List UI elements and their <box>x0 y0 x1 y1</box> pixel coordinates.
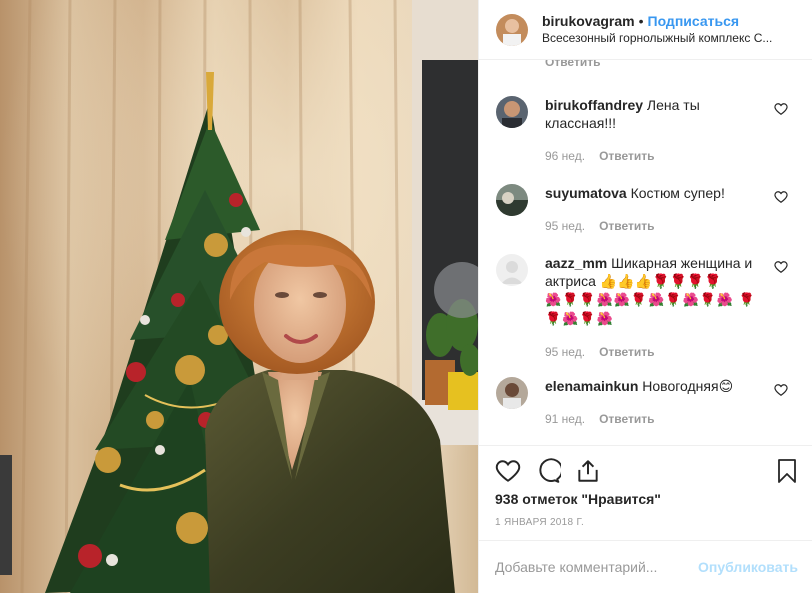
like-comment-heart-icon[interactable] <box>774 102 788 116</box>
location-link[interactable]: Всесезонный горнолыжный комплекс С... <box>542 30 772 47</box>
commenter-avatar[interactable] <box>496 254 528 286</box>
comment-age[interactable]: 95 нед. <box>545 345 585 359</box>
post-header: birukovagram • Подписаться Всесезонный гор… <box>479 0 812 60</box>
likes-count[interactable]: 938 отметок "Нравится" <box>495 491 661 507</box>
post-date[interactable]: 1 ЯНВАРЯ 2018 Г. <box>495 517 584 528</box>
comment-emoji-text: 🌺🌹🌹🌺🌺🌹🌺🌹🌺🌹🌺 🌹🌹🌺🌹🌺 <box>545 292 756 326</box>
commenter-username[interactable]: aazz_mm <box>545 255 607 271</box>
comments-list[interactable]: Ответить birukoffandrey Лена ты классная… <box>479 60 812 445</box>
post-photo-image <box>0 0 478 593</box>
post-photo[interactable] <box>0 0 478 593</box>
like-comment-heart-icon[interactable] <box>774 383 788 397</box>
reply-button[interactable]: Ответить <box>599 345 654 359</box>
reply-button[interactable]: Ответить <box>545 60 600 69</box>
post-actions: 938 отметок "Нравится" 1 ЯНВАРЯ 2018 Г. <box>479 445 812 528</box>
comment-text: Костюм супер! <box>630 185 725 201</box>
bookmark-icon[interactable] <box>775 458 799 489</box>
comment-age[interactable]: 95 нед. <box>545 219 585 233</box>
commenter-avatar[interactable] <box>496 377 528 409</box>
like-comment-heart-icon[interactable] <box>774 260 788 274</box>
author-username[interactable]: birukovagram <box>542 13 635 29</box>
commenter-username[interactable]: suyumatova <box>545 185 627 201</box>
commenter-avatar[interactable] <box>496 96 528 128</box>
comment-text: Новогодняя😊 <box>642 378 734 394</box>
comment-age[interactable]: 96 нед. <box>545 149 585 163</box>
publish-button[interactable]: Опубликовать <box>698 559 798 575</box>
comment-icon[interactable] <box>535 458 564 489</box>
add-comment-bar: Опубликовать <box>479 540 812 593</box>
header-text: birukovagram • Подписаться Всесезонный гор… <box>542 13 772 47</box>
share-icon[interactable] <box>575 458 601 489</box>
comment-age[interactable]: 91 нед. <box>545 412 585 426</box>
separator-dot: • <box>638 12 644 29</box>
author-avatar[interactable] <box>496 13 528 46</box>
commenter-username[interactable]: birukoffandrey <box>545 97 643 113</box>
commenter-username[interactable]: elenamainkun <box>545 378 638 394</box>
follow-button[interactable]: Подписаться <box>648 13 740 29</box>
reply-button[interactable]: Ответить <box>599 219 654 233</box>
comment-input[interactable] <box>495 559 675 575</box>
like-comment-heart-icon[interactable] <box>774 190 788 204</box>
reply-button[interactable]: Ответить <box>599 149 654 163</box>
commenter-avatar[interactable] <box>496 184 528 216</box>
post-side-panel: birukovagram • Подписаться Всесезонный гор… <box>478 0 812 593</box>
reply-button[interactable]: Ответить <box>599 412 654 426</box>
heart-icon[interactable] <box>495 458 521 489</box>
